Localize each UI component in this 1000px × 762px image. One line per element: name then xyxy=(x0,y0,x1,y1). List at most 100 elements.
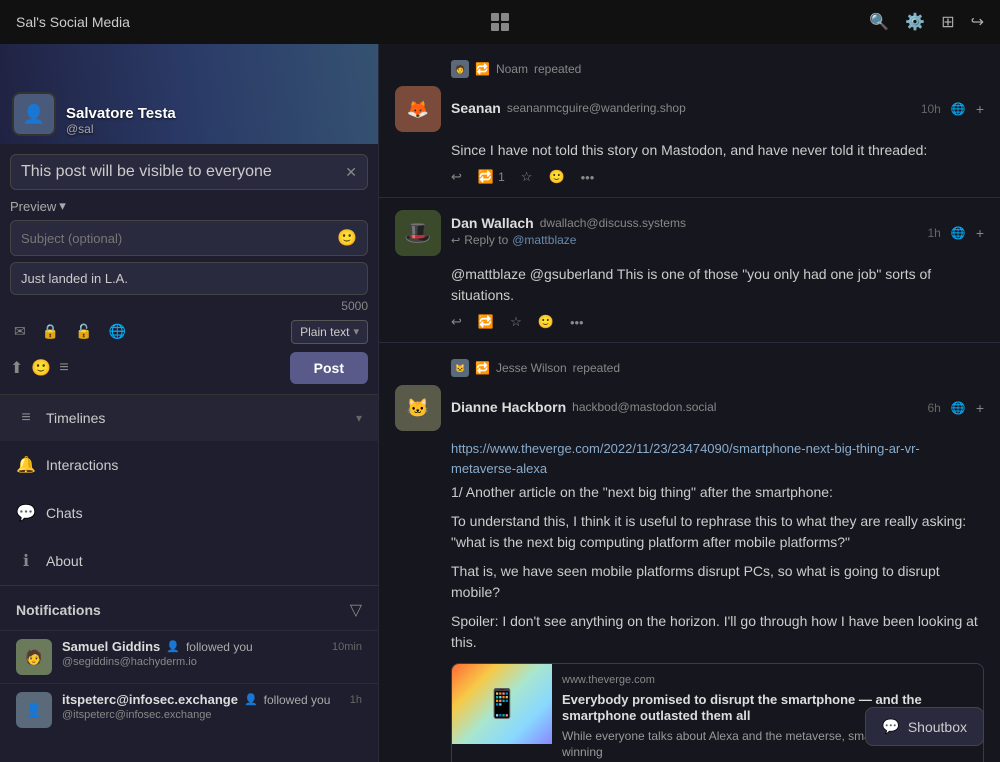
notifications-section: Notifications ▽ 🧑 Samuel Giddins 👤 follo… xyxy=(0,586,378,736)
profile-name: Salvatore Testa xyxy=(66,105,176,122)
post-emoji-1[interactable]: 🙂 xyxy=(548,169,564,185)
post-time-3: 6h xyxy=(928,401,941,415)
repeat-icon-1: 🔁 xyxy=(475,62,490,76)
topnav: Sal's Social Media 🔍 ⚙️ ⊞ ↪ xyxy=(0,0,1000,44)
unlock-icon-btn[interactable]: 🔓 xyxy=(71,319,96,344)
link-preview-image-3: 📱 xyxy=(452,664,552,744)
notification-time-1: 10min xyxy=(332,641,362,653)
post-author-1: Seanan xyxy=(451,100,501,116)
settings-icon[interactable]: ⚙️ xyxy=(905,12,925,32)
post-emoji-2[interactable]: 🙂 xyxy=(538,314,554,330)
notification-avatar-2: 👤 xyxy=(16,692,52,728)
shoutbox-button[interactable]: 💬 Shoutbox xyxy=(865,707,984,746)
post-body-2: @mattblaze @gsuberland This is one of th… xyxy=(395,264,984,306)
search-icon[interactable]: 🔍 xyxy=(869,12,889,32)
post-handle-1: seananmcguire@wandering.shop xyxy=(507,101,686,115)
repeat-icon-3: 🔁 xyxy=(475,361,490,375)
logout-icon[interactable]: ↪ xyxy=(971,12,984,32)
post-item-2: 🎩 Dan Wallach dwallach@discuss.systems ↩… xyxy=(379,198,1000,343)
notification-item-2[interactable]: 👤 itspeterc@infosec.exchange 👤 followed … xyxy=(0,683,378,736)
nav-section: ≡ Timelines ▾ 🔔 Interactions 💬 Chats ℹ A… xyxy=(0,395,378,586)
compose-toolbar-top: Preview ▾ xyxy=(10,198,368,214)
profile-info: 👤 Salvatore Testa @sal xyxy=(12,92,176,136)
logo-icon xyxy=(488,10,512,34)
upload-icon[interactable]: ⬆ xyxy=(10,358,23,378)
reply-to-target-2: @mattblaze xyxy=(512,233,576,247)
post-header-1: 🦊 Seanan seananmcguire@wandering.shop 10… xyxy=(395,86,984,132)
avatar-emoji: 👤 xyxy=(23,104,45,125)
post-header-3: 🐱 Dianne Hackborn hackbod@mastodon.socia… xyxy=(395,385,984,431)
main-layout: 👤 Salvatore Testa @sal This post will be… xyxy=(0,44,1000,762)
notifications-filter-icon[interactable]: ▽ xyxy=(350,600,362,620)
email-icon-btn[interactable]: ✉ xyxy=(10,319,30,344)
compose-preview-button[interactable]: Preview ▾ xyxy=(10,198,66,214)
logo-area xyxy=(488,10,512,34)
notification-badge-1: 👤 xyxy=(166,640,180,653)
post-add-2[interactable]: + xyxy=(976,225,984,241)
post-more-2[interactable]: ••• xyxy=(570,315,584,330)
timelines-icon: ≡ xyxy=(16,409,36,427)
list-icon[interactable]: ≡ xyxy=(59,359,68,377)
notification-action-1: followed you xyxy=(186,640,253,654)
repeat-avatar-3: 🐱 xyxy=(451,359,469,377)
format-chevron-icon: ▾ xyxy=(353,325,359,338)
notification-time-2: 1h xyxy=(350,694,362,706)
notification-avatar-1: 🧑 xyxy=(16,639,52,675)
globe-icon-btn[interactable]: 🌐 xyxy=(105,319,130,344)
compose-toolbar-bottom: ✉ 🔒 🔓 🌐 Plain text ▾ xyxy=(10,319,368,344)
post-more-1[interactable]: ••• xyxy=(581,170,595,185)
post-star-1[interactable]: ☆ xyxy=(521,169,533,185)
notification-badge-2: 👤 xyxy=(244,693,258,706)
repeat-bar-1: 🧑 🔁 Noam repeated xyxy=(395,56,984,86)
sidebar-item-chats[interactable]: 💬 Chats xyxy=(0,489,378,537)
emoji-icon[interactable]: 🙂 xyxy=(31,358,51,378)
profile-banner: 👤 Salvatore Testa @sal xyxy=(0,44,378,144)
repeat-avatar-1: 🧑 xyxy=(451,60,469,78)
sidebar-item-about[interactable]: ℹ About xyxy=(0,537,378,585)
post-avatar-2: 🎩 xyxy=(395,210,441,256)
notification-username-2: itspeterc@infosec.exchange xyxy=(62,692,238,707)
topnav-icons: 🔍 ⚙️ ⊞ ↪ xyxy=(869,12,984,32)
post-star-2[interactable]: ☆ xyxy=(510,314,522,330)
link-domain-3: www.theverge.com xyxy=(562,672,973,689)
shoutbox-icon: 💬 xyxy=(882,718,899,735)
profile-text: Salvatore Testa @sal xyxy=(66,105,176,136)
post-reply-2[interactable]: ↩ xyxy=(451,314,462,330)
avatar: 👤 xyxy=(12,92,56,136)
app-title: Sal's Social Media xyxy=(16,14,130,30)
post-actions-2: ↩ 🔁 ☆ 🙂 ••• xyxy=(395,314,984,330)
grid-icon[interactable]: ⊞ xyxy=(941,12,954,32)
post-handle-3: hackbod@mastodon.social xyxy=(572,400,716,414)
post-button[interactable]: Post xyxy=(290,352,368,384)
post-actions-1: ↩ 🔁 1 ☆ 🙂 ••• xyxy=(395,169,984,185)
post-header-2: 🎩 Dan Wallach dwallach@discuss.systems ↩… xyxy=(395,210,984,256)
post-boost-1[interactable]: 🔁 1 xyxy=(478,169,505,185)
notification-action-2: followed you xyxy=(264,693,331,707)
reply-to-line-2: ↩ Reply to @mattblaze xyxy=(451,233,918,247)
post-author-2: Dan Wallach xyxy=(451,215,534,231)
repeated-by-1: Noam xyxy=(496,62,528,76)
compose-format-selector[interactable]: Plain text ▾ xyxy=(291,320,368,344)
post-reply-1[interactable]: ↩ xyxy=(451,169,462,185)
post-add-1[interactable]: + xyxy=(976,101,984,117)
post-item-1: 🧑 🔁 Noam repeated 🦊 Seanan seananmcguire… xyxy=(379,44,1000,198)
post-avatar-1: 🦊 xyxy=(395,86,441,132)
timelines-chevron-icon: ▾ xyxy=(356,411,362,425)
about-icon: ℹ xyxy=(16,551,36,571)
compose-area: This post will be visible to everyone ✕ … xyxy=(0,144,378,395)
sidebar-item-timelines[interactable]: ≡ Timelines ▾ xyxy=(0,395,378,441)
compose-visibility-text: This post will be visible to everyone xyxy=(21,163,272,181)
post-avatar-3: 🐱 xyxy=(395,385,441,431)
compose-subject-field[interactable]: Subject (optional) 🙂 xyxy=(10,220,368,256)
repeated-by-3: Jesse Wilson xyxy=(496,361,567,375)
sidebar-item-interactions[interactable]: 🔔 Interactions xyxy=(0,441,378,489)
compose-visibility-close[interactable]: ✕ xyxy=(345,164,357,181)
post-add-3[interactable]: + xyxy=(976,400,984,416)
compose-textarea[interactable]: Just landed in L.A. xyxy=(10,262,368,295)
notification-item-1[interactable]: 🧑 Samuel Giddins 👤 followed you 10min @s… xyxy=(0,630,378,683)
post-boost-2[interactable]: 🔁 xyxy=(478,314,494,330)
lock-icon-btn[interactable]: 🔒 xyxy=(38,319,63,344)
compose-visibility-bar[interactable]: This post will be visible to everyone ✕ xyxy=(10,154,368,190)
post-time-1: 10h xyxy=(921,102,941,116)
profile-handle: @sal xyxy=(66,122,176,136)
